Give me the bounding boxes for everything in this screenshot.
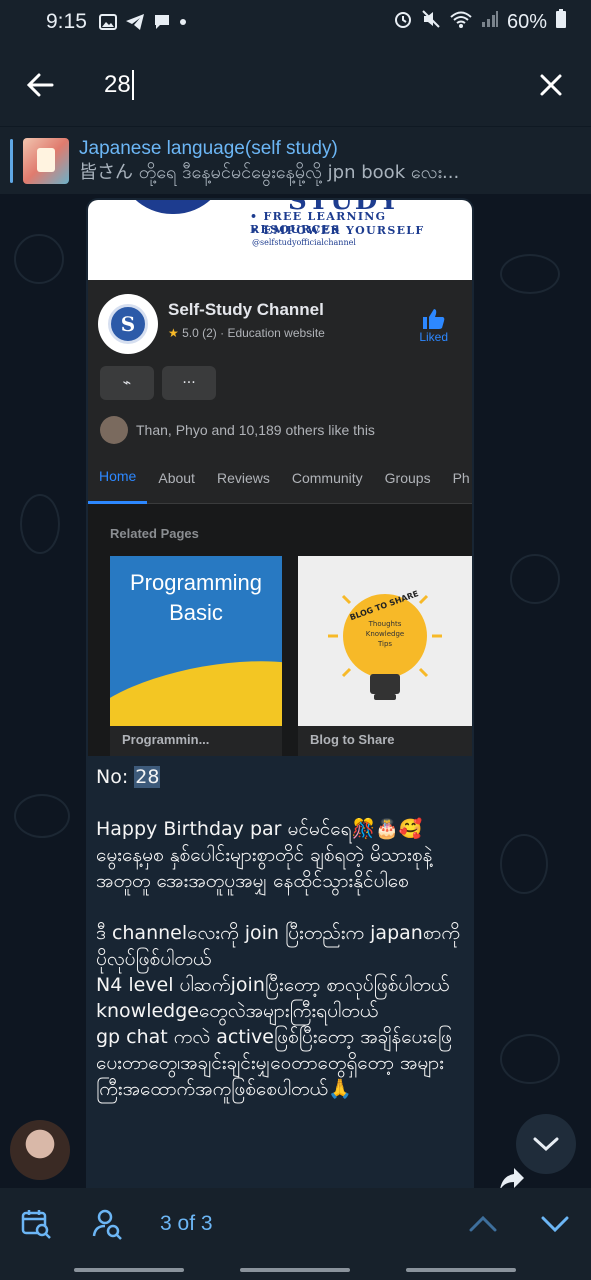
text-caret xyxy=(131,70,134,100)
search-input[interactable]: 28 xyxy=(80,44,511,126)
message-number-line: No: 28 xyxy=(96,766,161,788)
card-art: Programming Basic xyxy=(110,556,282,726)
search-nav-bar: 3 of 3 xyxy=(0,1188,591,1260)
page-rating: ★ 5.0 (2) · Education website xyxy=(168,326,325,340)
pinned-indicator xyxy=(10,138,13,183)
search-result-counter: 3 of 3 xyxy=(160,1212,213,1235)
system-nav-bar xyxy=(0,1260,591,1280)
share-icon xyxy=(500,1168,524,1188)
pinned-preview: 皆さん တို့ရေ ဒီနေ့မင်မင်မွေးနေ့မို့လို့ jp… xyxy=(79,161,460,183)
sender-avatar[interactable] xyxy=(10,1120,70,1180)
page-tab: About xyxy=(158,469,195,486)
scroll-down-button[interactable] xyxy=(516,1114,576,1174)
page-tab: Groups xyxy=(384,469,431,486)
signal-icon xyxy=(481,10,499,34)
message-text: No: 28 Happy Birthday par မင်မင်ရေ🎊🎂🥰 မွ… xyxy=(96,764,468,1102)
calendar-search-icon xyxy=(21,1210,51,1239)
user-search-icon xyxy=(92,1209,122,1240)
message-bubble[interactable]: STUDY • FREE LEARNING RESOURCES • EMPOWE… xyxy=(86,198,474,1188)
page-likes: Than, Phyo and 10,189 others like this xyxy=(100,416,375,444)
wallpaper-doodle xyxy=(500,1034,560,1084)
pinned-message[interactable]: Japanese language(self study) 皆さん တို့ရေ… xyxy=(0,126,591,194)
wifi-icon xyxy=(449,9,473,35)
liker-avatar xyxy=(100,416,128,444)
banner-handle: @selfstudyofficialchannel xyxy=(252,238,356,247)
related-card: Programming Basic Programmin... xyxy=(110,556,282,756)
pinned-title: Japanese language(self study) xyxy=(79,137,338,159)
message-paragraph: gp chat ကလဲ activeဖြစ်ပြီးတော့ အချိန်ပေး… xyxy=(96,1026,452,1100)
chevron-down-icon xyxy=(541,1216,569,1233)
related-title: Related Pages xyxy=(110,526,199,541)
search-by-user-button[interactable] xyxy=(72,1188,144,1260)
back-button[interactable] xyxy=(0,44,80,126)
message-paragraph: N4 level ပါဆက်joinပြီးတော့ စာလုပ်ဖြစ်ပါတ… xyxy=(96,974,450,996)
page-tab: Reviews xyxy=(216,469,270,486)
card-label: Programmin... xyxy=(122,732,210,747)
banner-logo-arc xyxy=(118,200,228,214)
page-logo: S xyxy=(98,294,158,354)
page-tab: Ph xyxy=(452,469,470,486)
chat-area[interactable]: STUDY • FREE LEARNING RESOURCES • EMPOWE… xyxy=(0,194,591,1188)
status-time: 9:15 xyxy=(46,10,87,33)
related-card: BLOG TO SHARE Thoughts Knowledge Tips Bl… xyxy=(298,556,472,756)
banner-line2: • EMPOWER YOURSELF xyxy=(250,224,425,237)
wallpaper-doodle xyxy=(14,794,70,838)
status-bar: 9:15 60% xyxy=(0,0,591,44)
battery-percent: 60% xyxy=(506,10,547,33)
search-highlight: 28 xyxy=(134,766,161,788)
nav-handle[interactable] xyxy=(240,1268,350,1272)
card-art: BLOG TO SHARE Thoughts Knowledge Tips xyxy=(298,556,472,726)
telegram-icon xyxy=(125,13,145,31)
page-tabs: Home About Reviews Community Groups Ph xyxy=(88,452,472,504)
nav-handle[interactable] xyxy=(74,1268,184,1272)
card2-sub2: Knowledge xyxy=(366,630,404,638)
alarm-icon xyxy=(393,9,413,35)
wallpaper-doodle xyxy=(14,234,64,284)
wallpaper-doodle xyxy=(500,254,560,294)
thumbs-up-icon xyxy=(422,309,444,329)
back-arrow-icon xyxy=(26,73,54,97)
card2-sub1: Thoughts xyxy=(368,620,402,628)
page-name: Self-Study Channel xyxy=(168,300,324,319)
close-icon xyxy=(540,74,562,96)
liked-indicator: Liked xyxy=(419,308,448,344)
previous-result-button[interactable] xyxy=(447,1188,519,1260)
battery-icon xyxy=(555,9,567,35)
liked-label: Liked xyxy=(419,330,448,344)
more-button: ··· xyxy=(162,366,216,400)
card-label: Blog to Share xyxy=(310,732,395,747)
page-tab: Community xyxy=(291,469,363,486)
next-result-button[interactable] xyxy=(519,1188,591,1260)
search-query: 28 xyxy=(104,71,131,98)
mute-icon xyxy=(421,9,441,35)
star-icon: ★ xyxy=(168,326,179,340)
chevron-up-icon xyxy=(469,1215,497,1232)
message-paragraph: ဒီ channelလေးကို join ပြီးတည်းက japanစာက… xyxy=(96,922,460,970)
chevron-down-icon xyxy=(533,1137,559,1152)
wallpaper-doodle xyxy=(500,834,548,894)
gallery-icon xyxy=(98,14,117,30)
wallpaper-doodle xyxy=(20,494,60,554)
message-icon xyxy=(153,13,171,31)
banner-image: STUDY • FREE LEARNING RESOURCES • EMPOWE… xyxy=(88,200,472,280)
facebook-page-screenshot: S Self-Study Channel ★ 5.0 (2) · Educati… xyxy=(88,280,472,756)
card2-sub3: Tips xyxy=(377,640,392,648)
messenger-icon: ⌁ xyxy=(122,375,132,391)
search-by-date-button[interactable] xyxy=(0,1188,72,1260)
message-paragraph: knowledgeတွေလဲအများကြီးရပါတယ် xyxy=(96,1000,379,1022)
message-paragraph: Happy Birthday par မင်မင်ရေ🎊🎂🥰 မွေးနေ့မှ… xyxy=(96,818,433,892)
pinned-thumbnail xyxy=(23,137,69,184)
dot-icon xyxy=(179,18,187,26)
clear-search-button[interactable] xyxy=(511,44,591,126)
more-icon: ··· xyxy=(182,375,196,391)
messenger-button: ⌁ xyxy=(100,366,154,400)
likes-text: Than, Phyo and 10,189 others like this xyxy=(136,422,375,438)
message-photo[interactable]: STUDY • FREE LEARNING RESOURCES • EMPOWE… xyxy=(88,200,472,756)
nav-handle[interactable] xyxy=(406,1268,516,1272)
wallpaper-doodle xyxy=(510,554,560,604)
page-tab: Home xyxy=(88,452,148,504)
lightbulb-icon: BLOG TO SHARE Thoughts Knowledge Tips xyxy=(328,589,442,700)
search-header: 28 xyxy=(0,44,591,126)
